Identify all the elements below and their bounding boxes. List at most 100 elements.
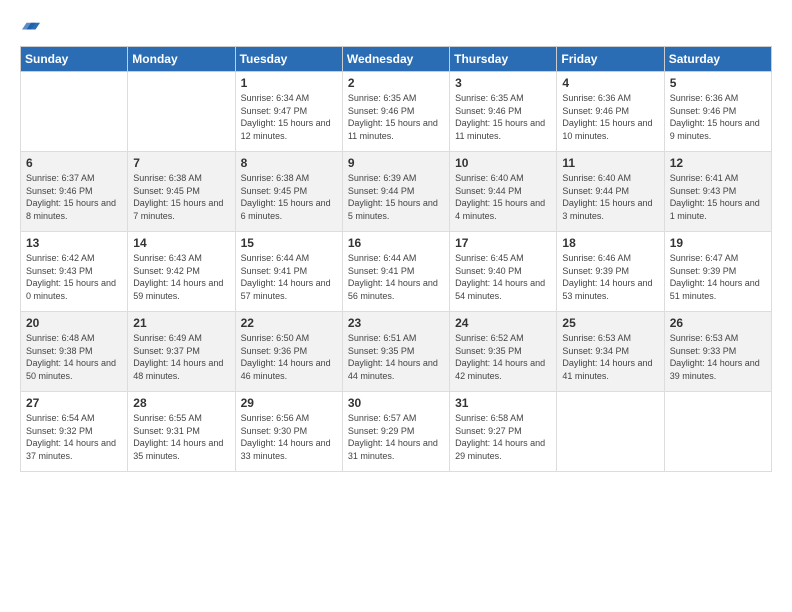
day-number: 11	[562, 156, 658, 170]
calendar-cell	[21, 72, 128, 152]
day-number: 17	[455, 236, 551, 250]
weekday-sunday: Sunday	[21, 47, 128, 72]
day-number: 20	[26, 316, 122, 330]
day-number: 18	[562, 236, 658, 250]
calendar-cell: 23 Sunrise: 6:51 AMSunset: 9:35 PMDayligh…	[342, 312, 449, 392]
day-info: Sunrise: 6:55 AMSunset: 9:31 PMDaylight:…	[133, 412, 229, 462]
day-info: Sunrise: 6:54 AMSunset: 9:32 PMDaylight:…	[26, 412, 122, 462]
calendar-cell: 24 Sunrise: 6:52 AMSunset: 9:35 PMDayligh…	[450, 312, 557, 392]
day-info: Sunrise: 6:46 AMSunset: 9:39 PMDaylight:…	[562, 252, 658, 302]
calendar-cell: 27 Sunrise: 6:54 AMSunset: 9:32 PMDayligh…	[21, 392, 128, 472]
calendar-cell: 13 Sunrise: 6:42 AMSunset: 9:43 PMDayligh…	[21, 232, 128, 312]
week-row-1: 1Sunrise: 6:34 AMSunset: 9:47 PMDaylight…	[21, 72, 772, 152]
day-info: Sunrise: 6:38 AMSunset: 9:45 PMDaylight:…	[133, 172, 229, 222]
day-number: 22	[241, 316, 337, 330]
day-info: Sunrise: 6:52 AMSunset: 9:35 PMDaylight:…	[455, 332, 551, 382]
day-number: 31	[455, 396, 551, 410]
calendar-cell: 9 Sunrise: 6:39 AMSunset: 9:44 PMDaylight…	[342, 152, 449, 232]
calendar-cell: 26 Sunrise: 6:53 AMSunset: 9:33 PMDayligh…	[664, 312, 771, 392]
day-number: 8	[241, 156, 337, 170]
calendar-cell: 21Sunrise: 6:49 AMSunset: 9:37 PMDayligh…	[128, 312, 235, 392]
calendar-cell: 2Sunrise: 6:35 AMSunset: 9:46 PMDaylight…	[342, 72, 449, 152]
logo-icon	[22, 16, 40, 34]
calendar-cell: 18 Sunrise: 6:46 AMSunset: 9:39 PMDayligh…	[557, 232, 664, 312]
day-number: 6	[26, 156, 122, 170]
day-info: Sunrise: 6:50 AMSunset: 9:36 PMDaylight:…	[241, 332, 337, 382]
calendar-cell: 17 Sunrise: 6:45 AMSunset: 9:40 PMDayligh…	[450, 232, 557, 312]
calendar-cell: 20 Sunrise: 6:48 AMSunset: 9:38 PMDayligh…	[21, 312, 128, 392]
calendar-cell: 11 Sunrise: 6:40 AMSunset: 9:44 PMDayligh…	[557, 152, 664, 232]
day-info: Sunrise: 6:53 AMSunset: 9:34 PMDaylight:…	[562, 332, 658, 382]
day-info: Sunrise: 6:51 AMSunset: 9:35 PMDaylight:…	[348, 332, 444, 382]
weekday-monday: Monday	[128, 47, 235, 72]
week-row-3: 13 Sunrise: 6:42 AMSunset: 9:43 PMDayligh…	[21, 232, 772, 312]
calendar-cell	[557, 392, 664, 472]
logo	[20, 16, 48, 34]
day-number: 3	[455, 76, 551, 90]
calendar-cell: 29Sunrise: 6:56 AMSunset: 9:30 PMDayligh…	[235, 392, 342, 472]
day-info: Sunrise: 6:53 AMSunset: 9:33 PMDaylight:…	[670, 332, 766, 382]
weekday-saturday: Saturday	[664, 47, 771, 72]
day-number: 21	[133, 316, 229, 330]
day-number: 28	[133, 396, 229, 410]
calendar-cell: 28 Sunrise: 6:55 AMSunset: 9:31 PMDayligh…	[128, 392, 235, 472]
day-number: 13	[26, 236, 122, 250]
day-number: 15	[241, 236, 337, 250]
day-number: 23	[348, 316, 444, 330]
day-number: 25	[562, 316, 658, 330]
calendar-cell	[128, 72, 235, 152]
day-info: Sunrise: 6:45 AMSunset: 9:40 PMDaylight:…	[455, 252, 551, 302]
day-info: Sunrise: 6:39 AMSunset: 9:44 PMDaylight:…	[348, 172, 444, 222]
calendar-cell	[664, 392, 771, 472]
day-number: 30	[348, 396, 444, 410]
calendar-cell: 7 Sunrise: 6:38 AMSunset: 9:45 PMDaylight…	[128, 152, 235, 232]
week-row-4: 20 Sunrise: 6:48 AMSunset: 9:38 PMDayligh…	[21, 312, 772, 392]
day-info: Sunrise: 6:57 AMSunset: 9:29 PMDaylight:…	[348, 412, 444, 462]
day-number: 12	[670, 156, 766, 170]
day-info: Sunrise: 6:48 AMSunset: 9:38 PMDaylight:…	[26, 332, 122, 382]
day-info: Sunrise: 6:44 AMSunset: 9:41 PMDaylight:…	[348, 252, 444, 302]
weekday-header-row: SundayMondayTuesdayWednesdayThursdayFrid…	[21, 47, 772, 72]
calendar-cell: 19 Sunrise: 6:47 AMSunset: 9:39 PMDayligh…	[664, 232, 771, 312]
week-row-5: 27 Sunrise: 6:54 AMSunset: 9:32 PMDayligh…	[21, 392, 772, 472]
day-number: 24	[455, 316, 551, 330]
day-number: 7	[133, 156, 229, 170]
day-info: Sunrise: 6:56 AMSunset: 9:30 PMDaylight:…	[241, 412, 337, 462]
header	[20, 16, 772, 34]
day-info: Sunrise: 6:40 AMSunset: 9:44 PMDaylight:…	[562, 172, 658, 222]
day-number: 27	[26, 396, 122, 410]
calendar-cell: 25 Sunrise: 6:53 AMSunset: 9:34 PMDayligh…	[557, 312, 664, 392]
day-info: Sunrise: 6:36 AMSunset: 9:46 PMDaylight:…	[562, 92, 658, 142]
day-info: Sunrise: 6:47 AMSunset: 9:39 PMDaylight:…	[670, 252, 766, 302]
weekday-thursday: Thursday	[450, 47, 557, 72]
day-number: 16	[348, 236, 444, 250]
calendar-cell: 6 Sunrise: 6:37 AMSunset: 9:46 PMDaylight…	[21, 152, 128, 232]
weekday-tuesday: Tuesday	[235, 47, 342, 72]
calendar-cell: 4 Sunrise: 6:36 AMSunset: 9:46 PMDaylight…	[557, 72, 664, 152]
weekday-wednesday: Wednesday	[342, 47, 449, 72]
page: SundayMondayTuesdayWednesdayThursdayFrid…	[0, 0, 792, 612]
calendar-cell: 16 Sunrise: 6:44 AMSunset: 9:41 PMDayligh…	[342, 232, 449, 312]
calendar-cell: 22 Sunrise: 6:50 AMSunset: 9:36 PMDayligh…	[235, 312, 342, 392]
day-number: 26	[670, 316, 766, 330]
day-number: 14	[133, 236, 229, 250]
day-info: Sunrise: 6:38 AMSunset: 9:45 PMDaylight:…	[241, 172, 337, 222]
day-info: Sunrise: 6:43 AMSunset: 9:42 PMDaylight:…	[133, 252, 229, 302]
calendar-cell: 1Sunrise: 6:34 AMSunset: 9:47 PMDaylight…	[235, 72, 342, 152]
day-info: Sunrise: 6:42 AMSunset: 9:43 PMDaylight:…	[26, 252, 122, 302]
day-number: 1	[241, 76, 337, 90]
week-row-2: 6 Sunrise: 6:37 AMSunset: 9:46 PMDaylight…	[21, 152, 772, 232]
weekday-friday: Friday	[557, 47, 664, 72]
day-number: 9	[348, 156, 444, 170]
day-info: Sunrise: 6:58 AMSunset: 9:27 PMDaylight:…	[455, 412, 551, 462]
calendar-cell: 3Sunrise: 6:35 AMSunset: 9:46 PMDaylight…	[450, 72, 557, 152]
day-number: 19	[670, 236, 766, 250]
calendar-cell: 15Sunrise: 6:44 AMSunset: 9:41 PMDayligh…	[235, 232, 342, 312]
day-info: Sunrise: 6:37 AMSunset: 9:46 PMDaylight:…	[26, 172, 122, 222]
calendar-cell: 5Sunrise: 6:36 AMSunset: 9:46 PMDaylight…	[664, 72, 771, 152]
calendar-cell: 12Sunrise: 6:41 AMSunset: 9:43 PMDayligh…	[664, 152, 771, 232]
day-number: 4	[562, 76, 658, 90]
calendar-cell: 8 Sunrise: 6:38 AMSunset: 9:45 PMDaylight…	[235, 152, 342, 232]
calendar-cell: 31 Sunrise: 6:58 AMSunset: 9:27 PMDayligh…	[450, 392, 557, 472]
day-number: 5	[670, 76, 766, 90]
